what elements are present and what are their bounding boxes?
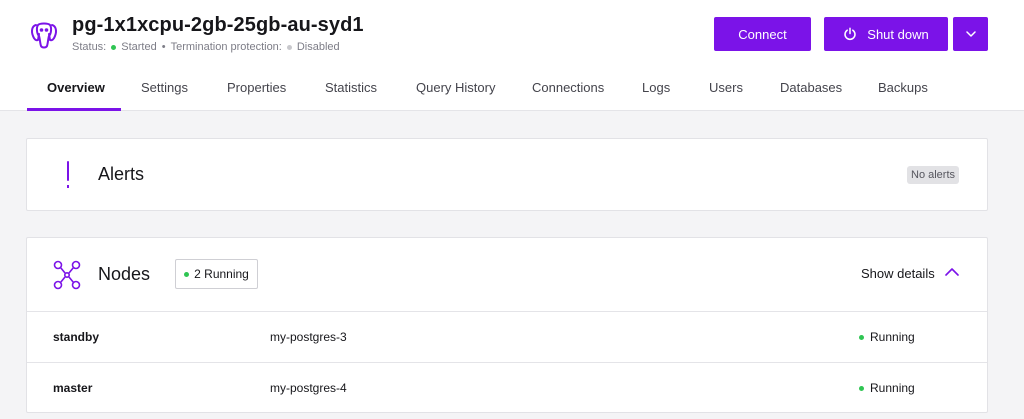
show-details-link[interactable]: Show details bbox=[861, 266, 935, 281]
running-count-label: 2 Running bbox=[194, 267, 249, 281]
tab-properties[interactable]: Properties bbox=[227, 80, 286, 95]
node-state-label: Running bbox=[870, 330, 915, 344]
node-role: master bbox=[53, 381, 93, 395]
node-state: Running bbox=[859, 381, 915, 395]
nodes-card: Nodes 2 Running Show details standby my-… bbox=[26, 237, 988, 413]
status-line: Status: Started • Termination protection… bbox=[72, 41, 340, 53]
page-header: pg-1x1xcpu-2gb-25gb-au-syd1 Status: Star… bbox=[0, 0, 1024, 111]
status-value: Started bbox=[121, 41, 157, 53]
running-count-badge: 2 Running bbox=[175, 259, 258, 289]
tab-backups[interactable]: Backups bbox=[878, 80, 928, 95]
tab-overview[interactable]: Overview bbox=[47, 80, 105, 95]
running-dot-icon bbox=[184, 271, 190, 277]
shutdown-button[interactable]: Shut down bbox=[824, 17, 948, 51]
table-row: standby my-postgres-3 Running bbox=[27, 311, 987, 362]
tab-logs[interactable]: Logs bbox=[642, 80, 670, 95]
tab-databases[interactable]: Databases bbox=[780, 80, 842, 95]
node-state-label: Running bbox=[870, 381, 915, 395]
chevron-down-icon bbox=[965, 31, 976, 37]
exclamation-icon bbox=[66, 161, 70, 189]
alerts-card: Alerts No alerts bbox=[26, 138, 988, 211]
page-title: pg-1x1xcpu-2gb-25gb-au-syd1 bbox=[72, 14, 364, 36]
alerts-title: Alerts bbox=[98, 164, 145, 184]
power-icon bbox=[844, 27, 856, 41]
node-state: Running bbox=[859, 330, 915, 344]
postgres-elephant-icon bbox=[29, 20, 59, 50]
termination-value: Disabled bbox=[296, 41, 340, 53]
termination-dot-icon bbox=[286, 44, 292, 50]
node-role: standby bbox=[53, 330, 100, 344]
tab-settings[interactable]: Settings bbox=[141, 80, 188, 95]
node-name: my-postgres-3 bbox=[270, 330, 347, 344]
nodes-network-icon bbox=[53, 260, 81, 290]
running-dot-icon bbox=[859, 385, 864, 391]
chevron-up-icon[interactable] bbox=[945, 267, 959, 277]
table-row: master my-postgres-4 Running bbox=[27, 362, 987, 413]
tab-users[interactable]: Users bbox=[709, 80, 743, 95]
tab-query-history[interactable]: Query History bbox=[416, 80, 495, 95]
node-name: my-postgres-4 bbox=[270, 381, 347, 395]
nodes-title: Nodes bbox=[98, 264, 151, 284]
active-tab-indicator bbox=[27, 108, 121, 111]
status-label: Status: bbox=[72, 41, 107, 53]
connect-button[interactable]: Connect bbox=[714, 17, 811, 51]
status-dot-icon bbox=[111, 44, 117, 50]
running-dot-icon bbox=[859, 334, 864, 340]
tab-connections[interactable]: Connections bbox=[532, 80, 604, 95]
termination-label: Termination protection: bbox=[170, 41, 282, 53]
tab-bar: Overview Settings Properties Statistics … bbox=[0, 70, 1024, 111]
no-alerts-badge: No alerts bbox=[907, 166, 960, 184]
shutdown-label: Shut down bbox=[867, 26, 929, 42]
status-separator: • bbox=[161, 41, 166, 53]
more-actions-button[interactable] bbox=[953, 17, 988, 51]
tab-statistics[interactable]: Statistics bbox=[325, 80, 377, 95]
